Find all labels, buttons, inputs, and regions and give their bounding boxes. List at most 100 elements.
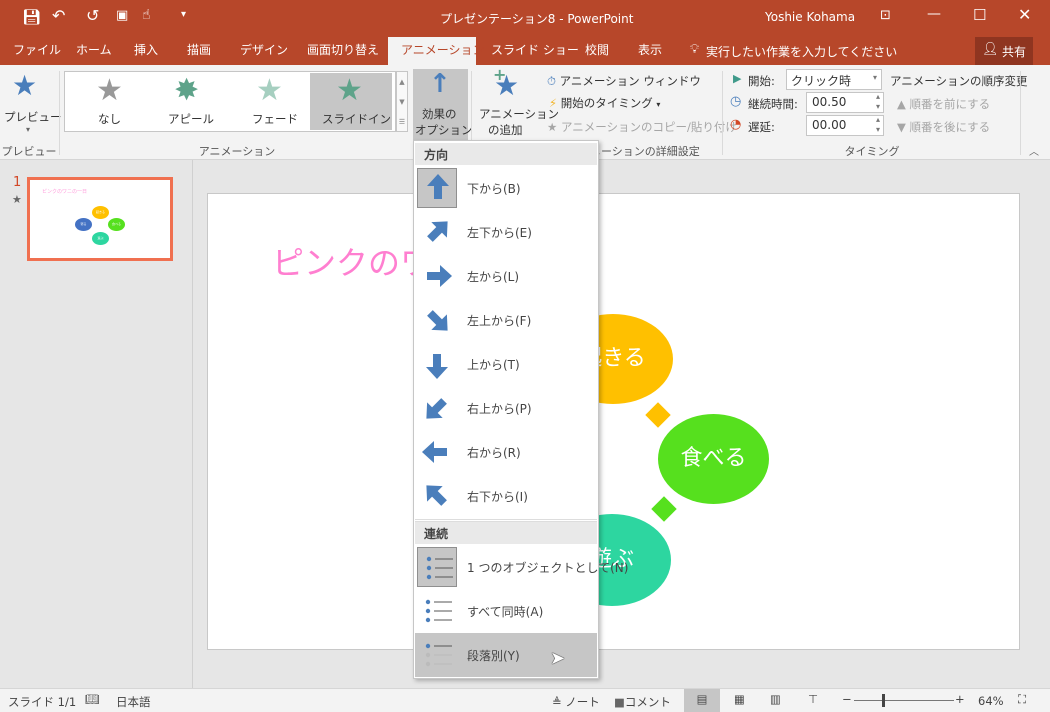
gallery-item-appear[interactable]: ✸ アピール xyxy=(150,73,230,130)
share-button[interactable]: 👤︎ 共有 xyxy=(975,37,1033,65)
arrow-up-icon: ↑ xyxy=(429,69,451,99)
effect-options-label: オプション xyxy=(415,123,473,137)
zoom-level[interactable]: 64% xyxy=(978,694,1004,708)
customize-qat-icon[interactable]: ▾ xyxy=(181,9,186,20)
slide-number: 1 xyxy=(13,175,22,190)
menu-item-direction[interactable]: 右下から(I) xyxy=(415,474,597,518)
save-icon[interactable]: 💾︎ xyxy=(22,8,41,26)
comments-button[interactable]: ■コメント xyxy=(614,694,671,710)
undo-icon[interactable]: ↶ xyxy=(52,6,65,25)
slideshow-icon[interactable]: ⊤ xyxy=(808,692,818,706)
add-animation-button[interactable]: ★ + アニメーション の追加 xyxy=(476,65,559,141)
start-select[interactable]: クリック時 ▾ xyxy=(786,69,882,90)
preview-button[interactable]: ★ プレビュー ▾ xyxy=(4,69,62,139)
shape-eat[interactable]: 食べる xyxy=(658,414,769,504)
menu-item-label: 左上から(F) xyxy=(467,314,532,328)
triangle-down-icon: ▼ xyxy=(897,120,906,134)
zoom-slider-thumb[interactable] xyxy=(882,694,886,707)
zoom-out-icon[interactable]: − xyxy=(842,692,852,706)
trigger-button[interactable]: ⚡︎ 開始のタイミング ▾ xyxy=(549,95,660,111)
thumbnail-pane: 1 ★ ピンクのワニの一日 起きる 食べる 遊ぶ 寝る xyxy=(0,160,193,688)
tab-file[interactable]: ファイル xyxy=(3,37,71,65)
comments-label: コメント xyxy=(624,695,671,709)
effect-options-menu: 方向 下から(B) 左下から(E) 左から(L) 左上から(F) 上から(T) 右上から(… xyxy=(413,140,628,679)
plus-icon: + xyxy=(493,65,507,84)
thumb-shape: 食べる xyxy=(108,218,125,231)
notes-label: ノート xyxy=(565,695,600,709)
bullet-list-icon xyxy=(417,547,457,587)
tab-view[interactable]: 表示 xyxy=(628,37,672,65)
gallery-scroll[interactable]: ▲ ▼ ☰ xyxy=(396,71,408,132)
minimize-icon[interactable]: — xyxy=(927,6,941,22)
delay-input[interactable]: 00.00 xyxy=(806,115,884,136)
arrow-right-icon xyxy=(417,256,457,296)
duration-input[interactable]: 00.50 xyxy=(806,92,884,113)
tab-draw[interactable]: 描画 xyxy=(177,37,221,65)
tab-insert[interactable]: 挿入 xyxy=(124,37,168,65)
gallery-item-slide-in[interactable]: ★ スライドイン xyxy=(310,73,392,130)
arrow-up-right-icon xyxy=(417,212,457,252)
slide-indicator: スライド 1/1 xyxy=(8,695,77,709)
connector-arrow xyxy=(645,402,671,428)
normal-view-button[interactable]: ▤ xyxy=(684,689,720,712)
start-label: 開始: xyxy=(748,74,775,88)
menu-item-sequence[interactable]: すべて同時(A) xyxy=(415,589,597,633)
menu-item-direction[interactable]: 左から(L) xyxy=(415,254,597,298)
tab-design[interactable]: デザイン xyxy=(230,37,298,65)
gallery-label: スライドイン xyxy=(322,112,391,126)
fit-to-window-icon[interactable]: ⛶ xyxy=(1018,692,1026,707)
arrow-left-icon xyxy=(417,432,457,472)
move-earlier-button[interactable]: ▲ 順番を前にする xyxy=(897,96,990,112)
menu-item-sequence[interactable]: 1 つのオブジェクトとして(N) xyxy=(415,545,628,589)
arrow-down-left-icon xyxy=(417,388,457,428)
group-label-animation: アニメーション xyxy=(198,145,276,158)
touch-mode-icon[interactable]: ☝ xyxy=(142,7,151,23)
reading-view-icon[interactable]: ▥ xyxy=(770,692,781,706)
slide-canvas[interactable]: ピンクのワニの一日 起きる 食べる 遊ぶ xyxy=(207,193,1020,650)
title-bar: 💾︎ ↶ ↺ ▣ ☝ ▾ プレゼンテーション8 - PowerPoint Yos… xyxy=(0,0,1050,37)
arrow-up-icon xyxy=(417,168,457,208)
close-icon[interactable]: ✕ xyxy=(1018,5,1031,24)
language-indicator[interactable]: 日本語 xyxy=(116,694,151,710)
user-name[interactable]: Yoshie Kohama xyxy=(765,10,855,24)
tab-slideshow[interactable]: スライド ショー xyxy=(481,37,589,65)
animation-pane-button[interactable]: ⏱ アニメーション ウィンドウ xyxy=(547,73,701,89)
tab-review[interactable]: 校閲 xyxy=(575,37,619,65)
zoom-in-icon[interactable]: + xyxy=(955,692,965,706)
gallery-item-fade[interactable]: ★ フェード xyxy=(230,73,310,130)
tab-transitions[interactable]: 画面切り替え xyxy=(297,37,389,65)
tab-animations[interactable]: アニメーション xyxy=(388,37,485,65)
move-later-button[interactable]: ▼ 順番を後にする xyxy=(897,119,990,135)
redo-icon[interactable]: ↺ xyxy=(86,6,99,25)
slideshow-from-start-icon[interactable]: ▣ xyxy=(116,8,128,23)
menu-item-direction[interactable]: 上から(T) xyxy=(415,342,597,386)
menu-item-direction[interactable]: 下から(B) xyxy=(415,166,597,210)
menu-item-label: 右から(R) xyxy=(467,446,521,460)
animation-painter-button[interactable]: ★ アニメーションのコピー/貼り付け xyxy=(547,119,737,135)
effect-options-button[interactable]: ↑ 効果の オプション xyxy=(413,69,473,141)
star-burst-icon: ✸ xyxy=(174,73,200,108)
spellcheck-icon[interactable]: 📖︎ xyxy=(85,692,100,706)
menu-item-sequence[interactable]: 段落別(Y) xyxy=(415,633,597,677)
tell-me-input[interactable]: 実行したい作業を入力してください xyxy=(706,43,897,60)
comment-icon: ■ xyxy=(614,695,625,709)
menu-item-direction[interactable]: 左上から(F) xyxy=(415,298,597,342)
menu-item-direction[interactable]: 右上から(P) xyxy=(415,386,597,430)
menu-item-direction[interactable]: 右から(R) xyxy=(415,430,597,474)
group-label-preview: プレビュー xyxy=(1,145,57,158)
maximize-icon[interactable]: ☐ xyxy=(973,6,986,24)
zoom-slider[interactable] xyxy=(854,700,954,701)
notes-button[interactable]: ≜ ノート xyxy=(552,694,600,710)
status-bar: スライド 1/1 📖︎ 日本語 ≜ ノート ■コメント ▤ ▦ ▥ ⊤ − + … xyxy=(0,688,1050,712)
menu-item-direction[interactable]: 左下から(E) xyxy=(415,210,597,254)
tab-home[interactable]: ホーム xyxy=(66,37,122,65)
slide-thumbnail[interactable]: ピンクのワニの一日 起きる 食べる 遊ぶ 寝る xyxy=(27,177,173,261)
menu-item-label: 段落別(Y) xyxy=(467,649,520,663)
ribbon-display-options-icon[interactable]: ⊡ xyxy=(880,8,891,23)
animation-pane-label: アニメーション ウィンドウ xyxy=(559,74,701,88)
star-icon: ★ xyxy=(96,73,123,108)
gallery-item-none[interactable]: ★ なし xyxy=(70,73,150,130)
collapse-ribbon-icon[interactable]: ︿ xyxy=(1029,143,1039,158)
slide-sorter-icon[interactable]: ▦ xyxy=(734,692,745,706)
arrow-up-left-icon xyxy=(417,476,457,516)
